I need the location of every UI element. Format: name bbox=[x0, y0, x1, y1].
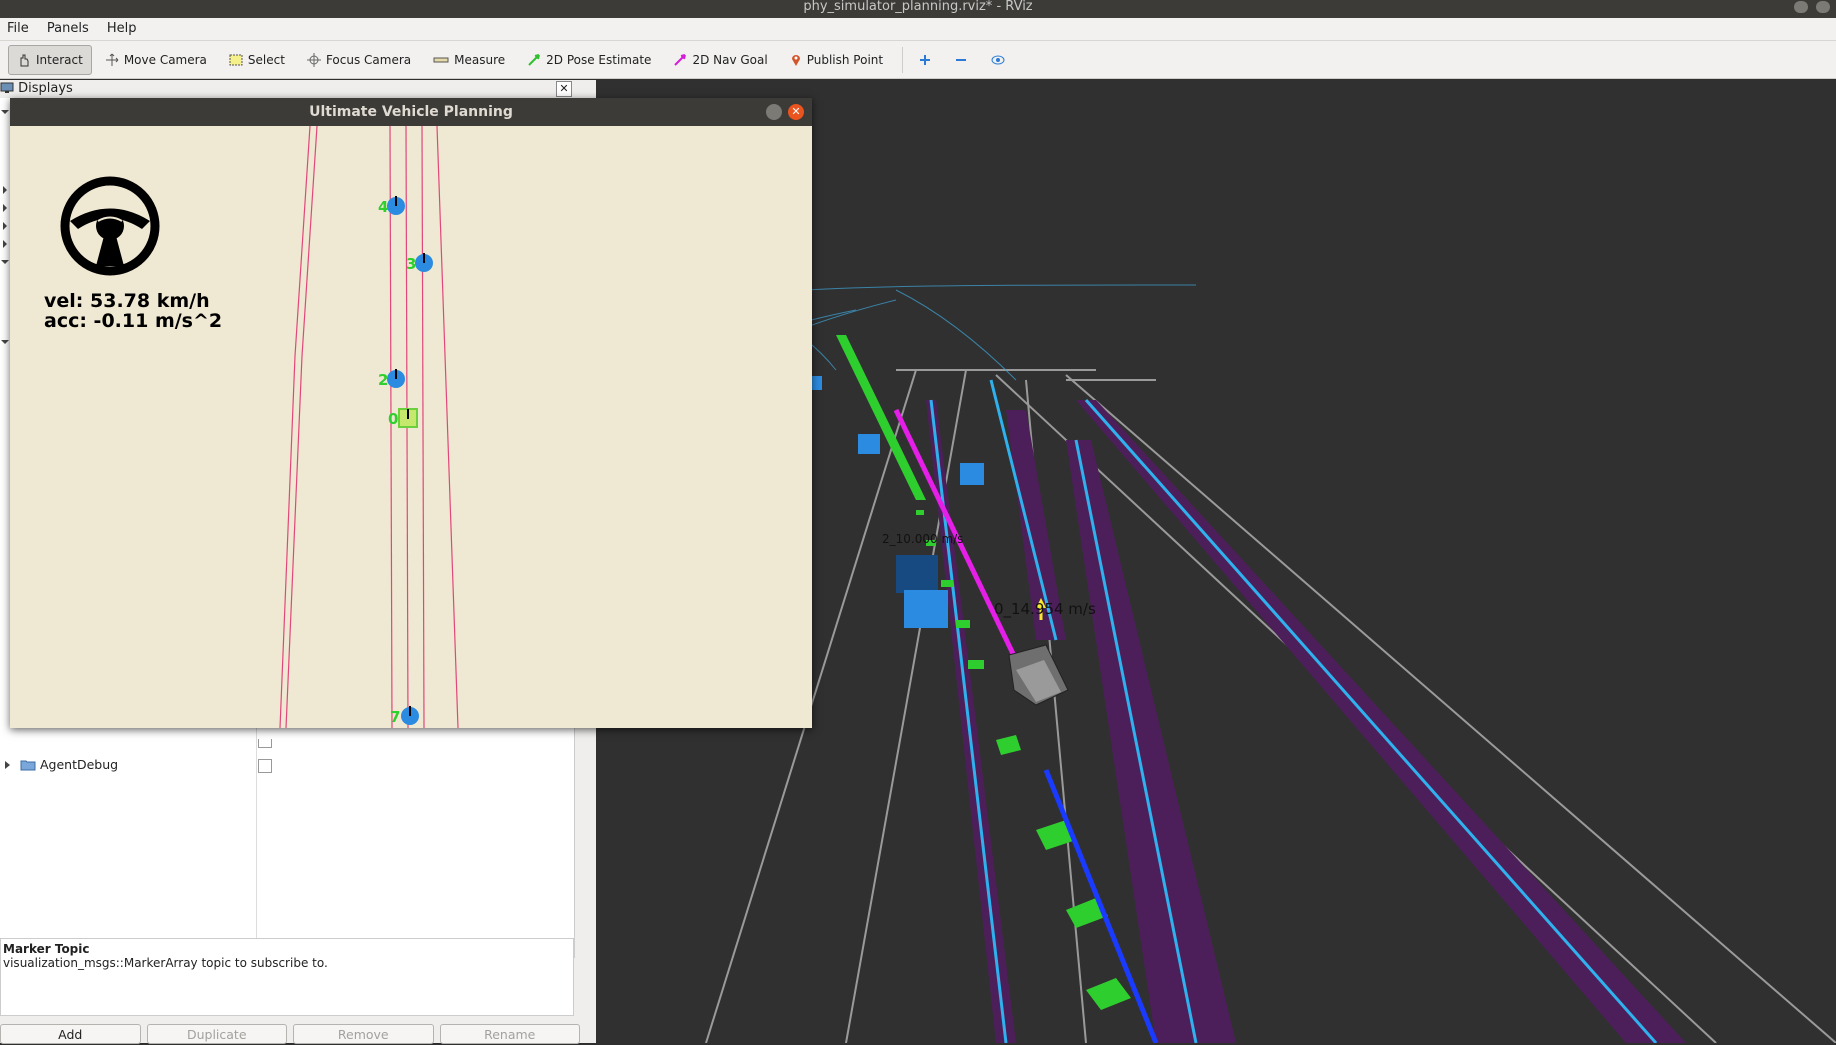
expand-arrow-icon bbox=[5, 761, 10, 769]
description-text: visualization_msgs::MarkerArray topic to… bbox=[3, 956, 328, 970]
toolbar: Interact Move Camera Select Focus Camera… bbox=[0, 41, 1836, 79]
green-arrow-icon bbox=[528, 53, 541, 66]
tree-item-agentdebug[interactable]: AgentDebug bbox=[4, 756, 118, 774]
eye-icon bbox=[991, 55, 1005, 64]
description-box: Marker Topic visualization_msgs::MarkerA… bbox=[0, 938, 574, 1016]
publish-point-tool-button[interactable]: Publish Point bbox=[781, 45, 892, 75]
map-pin-icon bbox=[791, 54, 800, 66]
partial-checkbox[interactable] bbox=[258, 739, 272, 748]
agent-id-label: 2 bbox=[378, 371, 388, 389]
displays-header: Displays ✕ bbox=[0, 80, 576, 98]
ruler-icon bbox=[433, 57, 449, 62]
planning-window-title[interactable]: Ultimate Vehicle Planning bbox=[10, 98, 812, 126]
velocity-readout: vel: 53.78 km/h bbox=[44, 290, 210, 312]
planning-lanes: 4 3 2 0 7 bbox=[60, 126, 459, 728]
agent-id-label: 4 bbox=[378, 198, 388, 216]
pose-estimate-tool-button[interactable]: 2D Pose Estimate bbox=[518, 45, 660, 75]
displays-title: Displays bbox=[18, 81, 73, 96]
window-title: phy_simulator_planning.rviz* - RViz bbox=[803, 0, 1033, 14]
plus-icon bbox=[920, 54, 931, 65]
menu-bar: File Panels Help bbox=[0, 18, 1836, 41]
road-edges bbox=[705, 369, 1836, 1043]
select-label: Select bbox=[247, 52, 285, 67]
planning-minimize-button[interactable] bbox=[766, 104, 782, 120]
publish-point-label: Publish Point bbox=[806, 52, 884, 67]
planning-close-button[interactable]: ✕ bbox=[788, 104, 804, 120]
minus-icon bbox=[956, 58, 967, 61]
focus-camera-icon bbox=[306, 52, 321, 67]
remove-button[interactable]: Remove bbox=[293, 1024, 434, 1044]
nav-goal-tool-button[interactable]: 2D Nav Goal bbox=[664, 45, 776, 75]
menu-help[interactable]: Help bbox=[100, 18, 144, 40]
window-titlebar: phy_simulator_planning.rviz* - RViz bbox=[0, 0, 1836, 18]
move-camera-label: Move Camera bbox=[123, 52, 207, 67]
ego-speed-label: 0_14.954 m/s bbox=[994, 600, 1096, 618]
remove-tool-button[interactable] bbox=[945, 45, 977, 75]
monitor-icon bbox=[0, 82, 14, 93]
measure-tool-button[interactable]: Measure bbox=[424, 45, 514, 75]
planning-canvas[interactable]: 4 3 2 0 7 vel: 53.78 km/h acc: -0.11 m/s… bbox=[10, 126, 812, 728]
focus-camera-label: Focus Camera bbox=[325, 52, 412, 67]
hand-icon bbox=[20, 54, 29, 66]
maximize-button[interactable] bbox=[1816, 1, 1830, 13]
agent-speed-label: 2_10.000 m/s bbox=[882, 532, 964, 546]
focus-camera-tool-button[interactable]: Focus Camera bbox=[298, 45, 420, 75]
camera-type-button[interactable] bbox=[981, 45, 1015, 75]
acceleration-readout: acc: -0.11 m/s^2 bbox=[44, 310, 223, 332]
interact-tool-button[interactable]: Interact bbox=[8, 44, 92, 75]
pose-estimate-label: 2D Pose Estimate bbox=[546, 52, 652, 67]
window-controls bbox=[1794, 1, 1830, 13]
magenta-arrow-icon bbox=[674, 53, 687, 66]
agent-id-label: 3 bbox=[406, 255, 416, 273]
interact-label: Interact bbox=[36, 52, 83, 67]
steering-wheel-icon bbox=[60, 176, 160, 276]
duplicate-button[interactable]: Duplicate bbox=[146, 1024, 287, 1044]
folder-icon bbox=[20, 760, 36, 771]
add-tool-button[interactable] bbox=[909, 45, 941, 75]
nav-goal-label: 2D Nav Goal bbox=[692, 52, 768, 67]
display-buttons: Add Duplicate Remove Rename bbox=[0, 1024, 580, 1044]
select-tool-button[interactable]: Select bbox=[220, 45, 294, 75]
minimize-button[interactable] bbox=[1794, 1, 1808, 13]
menu-file[interactable]: File bbox=[0, 18, 36, 40]
planning-agents bbox=[387, 196, 433, 725]
toolbar-separator bbox=[902, 46, 904, 73]
agentdebug-checkbox[interactable] bbox=[258, 759, 272, 773]
agent-id-label: 0 bbox=[388, 410, 398, 428]
description-title: Marker Topic bbox=[3, 942, 90, 956]
tree-item-label: AgentDebug bbox=[39, 757, 119, 772]
measure-label: Measure bbox=[454, 52, 506, 67]
vehicle-status: vel: 53.78 km/h acc: -0.11 m/s^2 bbox=[44, 291, 222, 331]
planning-window[interactable]: Ultimate Vehicle Planning ✕ 4 3 2 0 7 ve… bbox=[10, 98, 812, 728]
select-icon bbox=[229, 54, 243, 65]
move-camera-tool-button[interactable]: Move Camera bbox=[96, 45, 216, 75]
menu-panels[interactable]: Panels bbox=[40, 18, 96, 40]
rename-button[interactable]: Rename bbox=[439, 1024, 580, 1044]
move-camera-icon bbox=[105, 53, 119, 66]
close-panel-button[interactable]: ✕ bbox=[556, 81, 572, 97]
add-button[interactable]: Add bbox=[0, 1024, 141, 1044]
agent-id-label: 7 bbox=[390, 708, 400, 726]
